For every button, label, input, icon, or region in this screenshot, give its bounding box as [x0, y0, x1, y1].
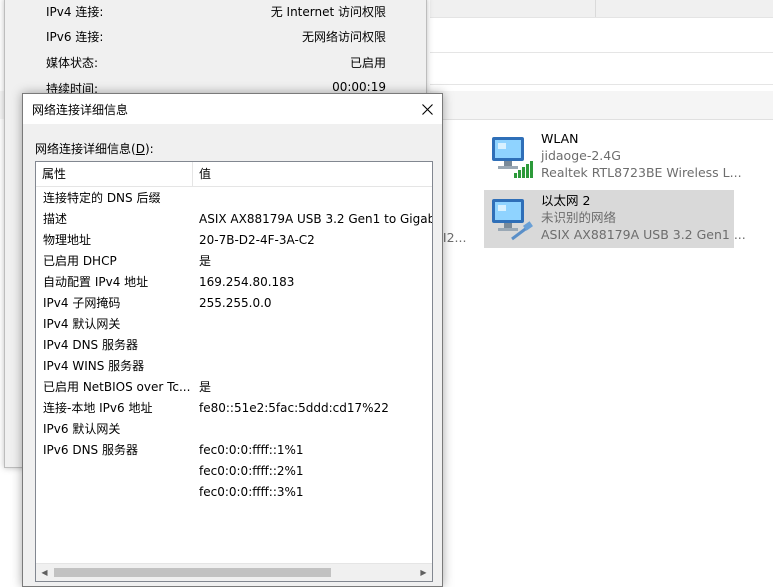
row-property: IPv4 子网掩码	[43, 296, 121, 310]
horizontal-scrollbar[interactable]: ◀ ▶	[36, 563, 432, 581]
scroll-thumb[interactable]	[54, 568, 331, 577]
row-property: IPv4 DNS 服务器	[43, 338, 138, 352]
scroll-right-button[interactable]: ▶	[415, 564, 432, 581]
row-property: 连接-本地 IPv6 地址	[43, 401, 153, 415]
row-value: fec0:0:0:ffff::2%1	[199, 464, 304, 478]
column-header-value[interactable]: 值	[193, 162, 429, 186]
row-value: fec0:0:0:ffff::3%1	[199, 485, 304, 499]
status-row-media: 媒体状态: 已启用	[46, 56, 386, 70]
row-value: 169.254.80.183	[199, 275, 295, 289]
row-property: 已启用 DHCP	[43, 254, 117, 268]
details-rows: 连接特定的 DNS 后缀 描述 ASIX AX88179A USB 3.2 Gen1…	[36, 188, 432, 503]
row-property: 连接特定的 DNS 后缀	[43, 191, 161, 205]
network-connection-details-dialog: 网络连接详细信息 网络连接详细信息(D): 属性 值 连接特定的 DNS 后缀描…	[22, 93, 443, 587]
adapter-ethernet-2[interactable]: 以太网 2 未识别的网络 ASIX AX88179A USB 3.2 Gen1 …	[484, 190, 746, 248]
row-property: 自动配置 IPv4 地址	[43, 275, 149, 289]
close-button[interactable]	[412, 94, 442, 124]
table-row[interactable]: fec0:0:0:ffff::2%1	[36, 461, 432, 482]
row-value: 255.255.0.0	[199, 296, 272, 310]
dialog-title: 网络连接详细信息	[32, 103, 129, 117]
row-property: 物理地址	[43, 233, 92, 247]
dialog-title-bar: 网络连接详细信息	[23, 94, 442, 124]
row-value: ASIX AX88179A USB 3.2 Gen1 to Gigabit	[199, 212, 433, 226]
adapter-wlan[interactable]: WLAN jidaoge-2.4G Realtek RTL8723BE Wire…	[484, 128, 742, 186]
column-header-bar	[430, 91, 773, 120]
details-list[interactable]: 属性 值 连接特定的 DNS 后缀 描述 ASIX AX88179A USB 3.2…	[35, 161, 433, 582]
adapter-network: 未识别的网络	[541, 210, 617, 225]
row-value: 是	[199, 254, 212, 268]
table-row[interactable]: 已启用 DHCP 是	[36, 251, 432, 272]
details-list-label: 网络连接详细信息(D):	[35, 142, 154, 156]
scroll-left-button[interactable]: ◀	[36, 564, 53, 581]
adapter-name: WLAN	[541, 131, 579, 146]
column-header-property[interactable]: 属性	[36, 162, 193, 186]
row-property: 描述	[43, 212, 68, 226]
row-value: fec0:0:0:ffff::1%1	[199, 443, 304, 457]
toolbar-strip	[430, 0, 773, 18]
ethernet-adapter-icon	[492, 199, 533, 241]
adapter-network: jidaoge-2.4G	[541, 148, 621, 163]
divider	[430, 52, 773, 53]
adapter-name: 以太网 2	[541, 193, 591, 208]
table-row[interactable]: 描述 ASIX AX88179A USB 3.2 Gen1 to Gigabit	[36, 209, 432, 230]
status-row-ipv4: IPv4 连接: 无 Internet 访问权限	[46, 5, 386, 19]
adapter-device: Realtek RTL8723BE Wireless L...	[541, 165, 742, 180]
table-row[interactable]: 已启用 NetBIOS over Tc... 是	[36, 377, 432, 398]
table-row[interactable]: IPv4 DNS 服务器	[36, 335, 432, 356]
table-row[interactable]: IPv4 默认网关	[36, 314, 432, 335]
row-value: 20-7B-D2-4F-3A-C2	[199, 233, 315, 247]
row-value: 是	[199, 380, 212, 394]
table-row[interactable]: 连接特定的 DNS 后缀	[36, 188, 432, 209]
table-row[interactable]: 自动配置 IPv4 地址 169.254.80.183	[36, 272, 432, 293]
row-value: fe80::51e2:5fac:5ddd:cd17%22	[199, 401, 389, 415]
row-property: 已启用 NetBIOS over Tc...	[43, 380, 191, 394]
table-row[interactable]: IPv6 DNS 服务器 fec0:0:0:ffff::1%1	[36, 440, 432, 461]
table-row[interactable]: fec0:0:0:ffff::3%1	[36, 482, 432, 503]
adapter-device: ASIX AX88179A USB 3.2 Gen1 ...	[541, 227, 746, 242]
row-property: IPv4 WINS 服务器	[43, 359, 145, 373]
row-property: IPv6 默认网关	[43, 422, 121, 436]
divider	[430, 84, 773, 85]
table-row[interactable]: IPv4 子网掩码 255.255.0.0	[36, 293, 432, 314]
status-row-ipv6: IPv6 连接: 无网络访问权限	[46, 30, 386, 44]
table-row[interactable]: 连接-本地 IPv6 地址 fe80::51e2:5fac:5ddd:cd17%2…	[36, 398, 432, 419]
table-row[interactable]: IPv4 WINS 服务器	[36, 356, 432, 377]
list-header: 属性 值	[36, 162, 432, 187]
row-property: IPv6 DNS 服务器	[43, 443, 138, 457]
table-row[interactable]: 物理地址 20-7B-D2-4F-3A-C2	[36, 230, 432, 251]
table-row[interactable]: IPv6 默认网关	[36, 419, 432, 440]
wireless-adapter-icon	[492, 137, 533, 178]
row-property: IPv4 默认网关	[43, 317, 121, 331]
close-icon	[421, 103, 433, 115]
